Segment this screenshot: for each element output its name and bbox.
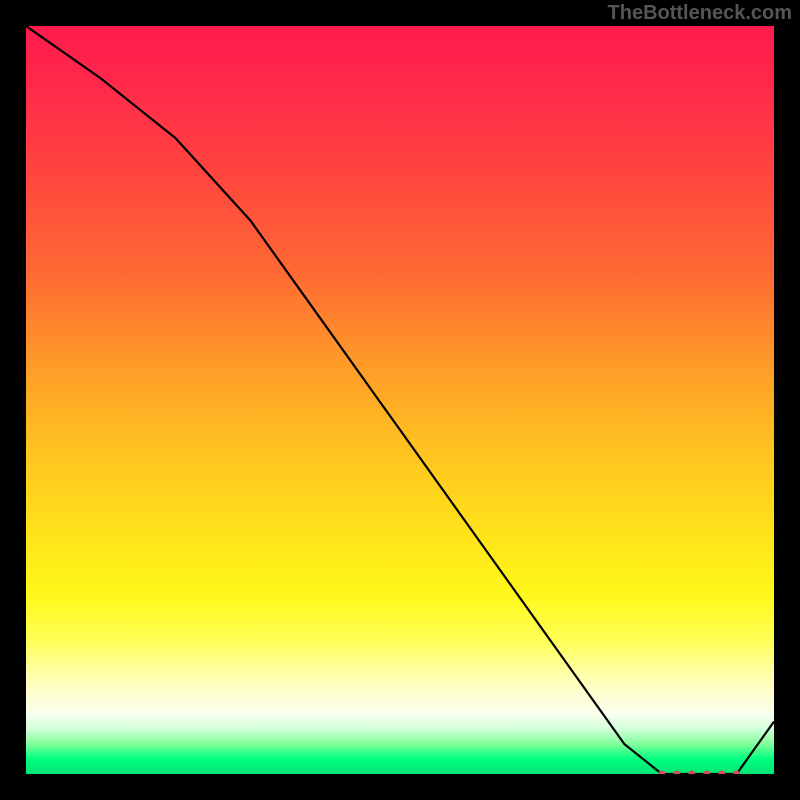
bottleneck-curve xyxy=(26,26,774,774)
marker-dot xyxy=(703,771,710,775)
line-curve-svg xyxy=(26,26,774,774)
watermark-text: TheBottleneck.com xyxy=(608,2,792,25)
marker-dot xyxy=(673,771,680,775)
marker-dot xyxy=(718,771,725,775)
chart-frame xyxy=(0,0,800,800)
plot-area xyxy=(26,26,774,774)
marker-dot xyxy=(688,771,695,775)
